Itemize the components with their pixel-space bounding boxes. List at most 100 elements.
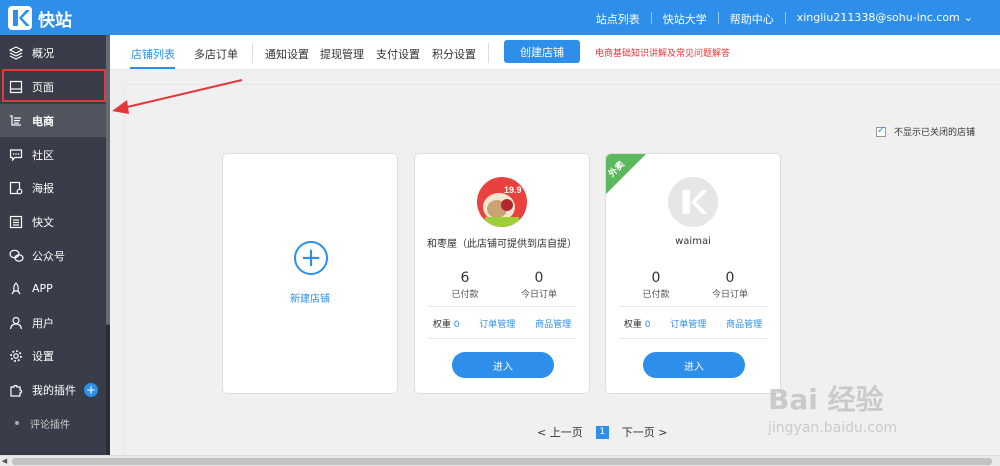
- avatar-price-text: 19.9: [504, 185, 522, 195]
- horizontal-scrollbar-thumb[interactable]: [12, 458, 992, 465]
- sidebar-item-article[interactable]: 快文: [0, 205, 106, 238]
- active-tab-indicator: [130, 67, 175, 69]
- sidebar-item-settings[interactable]: 设置: [0, 339, 106, 372]
- sidebar-item-app[interactable]: APP: [0, 272, 106, 305]
- account-email: xingliu211338@sohu-inc.com: [796, 11, 960, 24]
- today-orders-stat: 0 今日订单: [700, 270, 760, 300]
- sidebar-item-ecommerce[interactable]: 电商: [0, 104, 106, 137]
- baidu-watermark: Bai 经验 jingyan.baidu.com: [768, 378, 897, 436]
- divider: [428, 306, 576, 307]
- today-orders-stat: 0 今日订单: [509, 270, 569, 300]
- highlight-box: [2, 69, 106, 102]
- pagination: < 上一页 1 下一页 >: [537, 424, 667, 440]
- wechat-icon: [8, 248, 24, 264]
- logo-k-icon: [13, 10, 29, 26]
- top-link-site-list[interactable]: 站点列表: [585, 11, 651, 27]
- sidebar-item-label: 社区: [32, 148, 54, 162]
- goods-management-link[interactable]: 商品管理: [726, 317, 762, 330]
- store-card: 外卖 waimai 0 已付款 0 今日订单 权重 0 订单管理 商品管理 进入: [605, 153, 781, 394]
- paid-stat: 6 已付款: [435, 270, 495, 300]
- top-nav: 站点列表 快站大学 帮助中心 xingliu211338@sohu-inc.co…: [585, 11, 984, 27]
- create-store-button[interactable]: 创建店铺: [504, 40, 580, 63]
- store-card: 19.9 和枣屋（此店铺可提供到店自提） 6 已付款 0 今日订单 权重 0 订…: [414, 153, 590, 394]
- rocket-icon: [8, 281, 24, 297]
- sidebar-item-community[interactable]: 社区: [0, 138, 106, 171]
- store-name: waimai: [675, 236, 711, 247]
- weight-label: 权重: [623, 320, 642, 330]
- order-management-link[interactable]: 订单管理: [479, 317, 515, 330]
- weight-value[interactable]: 0: [645, 320, 651, 330]
- hide-closed-filter[interactable]: 不显示已关闭的店铺: [876, 125, 975, 138]
- watermark-sub: jingyan.baidu.com: [768, 420, 898, 436]
- new-store-card[interactable]: + 新建店铺: [222, 153, 398, 394]
- tab-points-settings[interactable]: 积分设置: [432, 46, 476, 62]
- sidebar-item-label: 用户: [32, 316, 54, 330]
- hide-closed-checkbox[interactable]: [876, 125, 886, 137]
- order-management-link[interactable]: 订单管理: [670, 317, 706, 330]
- plus-circle-icon: +: [294, 241, 328, 275]
- goods-management-link[interactable]: 商品管理: [535, 317, 571, 330]
- paid-count: 0: [651, 270, 661, 286]
- today-orders-count: 0: [725, 270, 735, 286]
- gear-icon: [8, 348, 24, 364]
- tab-withdrawal-management[interactable]: 提现管理: [320, 46, 364, 62]
- kuaizhan-logo[interactable]: [8, 6, 32, 30]
- paid-label: 已付款: [642, 290, 670, 300]
- doc-icon: [8, 214, 24, 230]
- bullet-icon: [15, 421, 19, 425]
- next-page-button[interactable]: 下一页 >: [622, 424, 668, 440]
- current-page[interactable]: 1: [595, 425, 609, 439]
- sidebar-subitem-comment-plugin[interactable]: 评论插件: [0, 408, 106, 438]
- top-link-help[interactable]: 帮助中心: [719, 11, 785, 27]
- sidebar-item-label: 概况: [32, 46, 54, 60]
- sidebar-item-official-account[interactable]: 公众号: [0, 239, 106, 272]
- new-store-label: 新建店铺: [290, 294, 330, 305]
- tab-payment-settings[interactable]: 支付设置: [376, 46, 420, 62]
- store-links: 权重 0 订单管理 商品管理: [415, 317, 589, 330]
- store-links: 权重 0 订单管理 商品管理: [606, 317, 780, 330]
- tabs-bar: 店铺列表 多店订单 通知设置 提现管理 支付设置 积分设置 创建店铺 电商基础知…: [110, 35, 1000, 70]
- prev-page-button[interactable]: < 上一页: [537, 424, 583, 440]
- brand-name[interactable]: 快站: [38, 6, 72, 31]
- sidebar-item-label: 我的插件: [32, 383, 76, 397]
- add-plugin-button[interactable]: +: [84, 382, 98, 397]
- sidebar-subitem-label: 评论插件: [30, 419, 70, 431]
- cart-icon: [8, 113, 24, 129]
- poster-icon: [8, 180, 24, 196]
- tab-notification-settings[interactable]: 通知设置: [265, 46, 309, 62]
- today-orders-label: 今日订单: [711, 290, 748, 300]
- sidebar-item-label: 设置: [32, 349, 54, 363]
- enter-store-button[interactable]: 进入: [452, 352, 554, 378]
- hide-closed-label: 不显示已关闭的店铺: [894, 128, 976, 138]
- store-avatar: [668, 177, 718, 227]
- today-orders-count: 0: [534, 270, 544, 286]
- paid-label: 已付款: [451, 290, 479, 300]
- ecommerce-help-link[interactable]: 电商基础知识讲解及常见问题解答: [595, 46, 730, 59]
- scroll-left-arrow-icon[interactable]: ◀: [0, 457, 9, 466]
- sidebar-item-users[interactable]: 用户: [0, 306, 106, 339]
- top-link-account[interactable]: xingliu211338@sohu-inc.com ⌄: [786, 11, 984, 27]
- layers-icon: [8, 45, 24, 61]
- tab-multi-store-orders[interactable]: 多店订单: [194, 46, 238, 62]
- weight-value[interactable]: 0: [454, 320, 460, 330]
- sidebar-item-overview[interactable]: 概况: [0, 36, 106, 69]
- sidebar-item-label: 电商: [32, 114, 54, 128]
- chat-icon: [8, 147, 24, 163]
- store-avatar: 19.9: [477, 177, 527, 227]
- divider: [428, 338, 576, 339]
- enter-store-button[interactable]: 进入: [643, 352, 745, 378]
- logo-k-icon: [682, 190, 707, 214]
- paid-stat: 0 已付款: [626, 270, 686, 300]
- top-link-university[interactable]: 快站大学: [652, 11, 718, 27]
- user-icon: [8, 315, 24, 331]
- tab-store-list[interactable]: 店铺列表: [131, 46, 175, 62]
- watermark-main: Bai 经验: [768, 383, 884, 416]
- takeout-ribbon: 外卖: [606, 154, 646, 194]
- sidebar-item-poster[interactable]: 海报: [0, 171, 106, 204]
- sidebar-item-my-plugins[interactable]: 我的插件 +: [0, 373, 106, 406]
- tab-divider: [488, 43, 489, 63]
- sidebar-item-label: APP: [32, 282, 53, 295]
- store-name: 和枣屋（此店铺可提供到店自提）: [427, 239, 577, 250]
- today-orders-label: 今日订单: [520, 290, 557, 300]
- horizontal-scrollbar[interactable]: ◀: [0, 455, 1000, 466]
